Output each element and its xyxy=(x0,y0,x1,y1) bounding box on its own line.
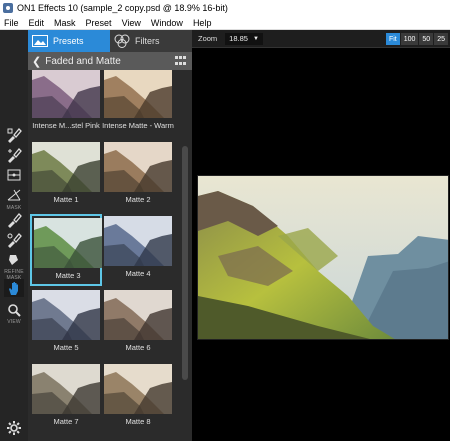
zoom-fit-button[interactable]: Fit xyxy=(385,33,400,45)
menu-window[interactable]: Window xyxy=(147,18,189,28)
preset-thumbnail[interactable]: Matte 1 xyxy=(30,140,102,212)
preset-preview-image xyxy=(34,218,102,268)
menu-preset[interactable]: Preset xyxy=(82,18,118,28)
refine-brush-tool[interactable] xyxy=(4,211,24,229)
category-title: Faded and Matte xyxy=(45,55,121,67)
preview-area: Zoom 18.85 ▼ Fit 100 50 25 xyxy=(192,30,450,441)
preset-preview-image xyxy=(32,70,100,118)
gear-icon xyxy=(7,421,21,435)
preset-label: Matte 5 xyxy=(53,343,79,352)
gradient-mask-tool[interactable] xyxy=(4,166,24,184)
preset-label: Matte 2 xyxy=(125,195,151,204)
refine-brush-alt-icon xyxy=(7,233,22,248)
preset-thumbnail[interactable]: Intense M...stel Pink xyxy=(30,70,102,138)
menu-mask[interactable]: Mask xyxy=(50,18,82,28)
menu-file[interactable]: File xyxy=(0,18,25,28)
zoom-tool[interactable] xyxy=(4,301,24,319)
preset-thumbnail[interactable]: Intense Matte - Warm xyxy=(102,70,174,138)
zoom-label: Zoom xyxy=(198,34,218,43)
refine-brush-tool-2[interactable] xyxy=(4,231,24,249)
zoom-level-dropdown[interactable]: 18.85 ▼ xyxy=(225,32,263,45)
tab-filters-label: Filters xyxy=(135,36,160,46)
preset-label: Matte 8 xyxy=(125,417,151,426)
preset-preview-image xyxy=(32,364,100,414)
zoom-50-button[interactable]: 50 xyxy=(419,33,434,45)
preset-preview-image xyxy=(104,142,172,192)
landscape-photo xyxy=(198,176,448,339)
preset-thumbnail[interactable]: Matte 3 xyxy=(30,214,102,286)
hand-tool[interactable] xyxy=(4,279,24,297)
preset-preview-image xyxy=(104,70,172,118)
zoom-100-button[interactable]: 100 xyxy=(400,33,419,45)
preset-thumbnail[interactable]: Matte 5 xyxy=(30,288,102,360)
refine-brush-icon xyxy=(8,213,22,228)
back-arrow-icon[interactable]: ❮ xyxy=(32,55,41,68)
preset-thumbnail[interactable]: Matte 6 xyxy=(102,288,174,360)
preset-label: Matte 6 xyxy=(125,343,151,352)
preset-label: Matte 3 xyxy=(55,271,81,280)
masking-brush-tool-2[interactable] xyxy=(4,146,24,164)
menu-help[interactable]: Help xyxy=(189,18,218,28)
settings-button[interactable] xyxy=(4,419,24,437)
magnifier-icon xyxy=(8,304,21,317)
presets-icon xyxy=(32,35,48,47)
chevron-down-icon: ▼ xyxy=(252,35,259,42)
chisel-tool[interactable] xyxy=(4,251,24,269)
preset-label: Matte 4 xyxy=(125,269,151,278)
view-label: VIEW xyxy=(7,319,21,325)
tab-presets[interactable]: Presets xyxy=(28,30,110,52)
preset-preview-image xyxy=(32,142,100,192)
preset-preview-image xyxy=(104,290,172,340)
preset-thumbnail[interactable]: Matte 4 xyxy=(102,214,174,286)
menu-bar: File Edit Mask Preset View Window Help xyxy=(0,16,450,30)
tab-filters[interactable]: Filters xyxy=(110,30,192,52)
tool-rail: MASK REFINE MASK VIEW xyxy=(0,30,28,441)
brush-plus-icon xyxy=(8,148,22,163)
preset-label: Intense Matte - Warm xyxy=(102,121,174,130)
menu-view[interactable]: View xyxy=(118,18,147,28)
image-canvas[interactable] xyxy=(197,175,449,340)
preset-preview-image xyxy=(32,290,100,340)
filters-icon xyxy=(114,34,130,48)
preset-preview-image xyxy=(104,216,172,266)
hand-icon xyxy=(9,282,18,295)
title-bar: ON1 Effects 10 (sample_2 copy.psd @ 18.9… xyxy=(0,0,450,16)
app-icon xyxy=(3,3,13,13)
zoom-bar: Zoom 18.85 ▼ Fit 100 50 25 xyxy=(192,30,450,48)
tab-presets-label: Presets xyxy=(53,36,84,46)
preset-thumbnail-grid: Intense M...stel Pink Intense Matte - War… xyxy=(28,70,180,441)
grid-view-icon[interactable] xyxy=(175,56,188,66)
preset-thumbnail[interactable]: Matte 8 xyxy=(102,362,174,434)
mask-icon xyxy=(7,189,21,201)
panel-scrollbar[interactable] xyxy=(182,146,188,380)
zoom-preset-buttons: Fit 100 50 25 xyxy=(385,33,448,45)
chisel-icon xyxy=(9,255,18,265)
panel-tabs: Presets Filters xyxy=(28,30,192,52)
preset-thumbnail[interactable]: Matte 2 xyxy=(102,140,174,212)
zoom-25-button[interactable]: 25 xyxy=(434,33,448,45)
preset-thumbnail[interactable]: Matte 7 xyxy=(30,362,102,434)
zoom-level-value: 18.85 xyxy=(229,34,248,43)
window-title: ON1 Effects 10 (sample_2 copy.psd @ 18.9… xyxy=(17,3,228,13)
category-header: ❮ Faded and Matte xyxy=(28,52,192,70)
mask-tool[interactable] xyxy=(4,186,24,204)
masking-brush-tool[interactable] xyxy=(4,126,24,144)
preset-label: Matte 7 xyxy=(53,417,79,426)
preset-preview-image xyxy=(104,364,172,414)
presets-panel: Presets Filters ❮ Faded and Matte Intens… xyxy=(28,30,192,441)
preset-label: Intense M...stel Pink xyxy=(32,121,100,130)
menu-edit[interactable]: Edit xyxy=(25,18,51,28)
brush-icon xyxy=(7,128,22,143)
preset-label: Matte 1 xyxy=(53,195,79,204)
gradient-icon xyxy=(7,169,21,181)
